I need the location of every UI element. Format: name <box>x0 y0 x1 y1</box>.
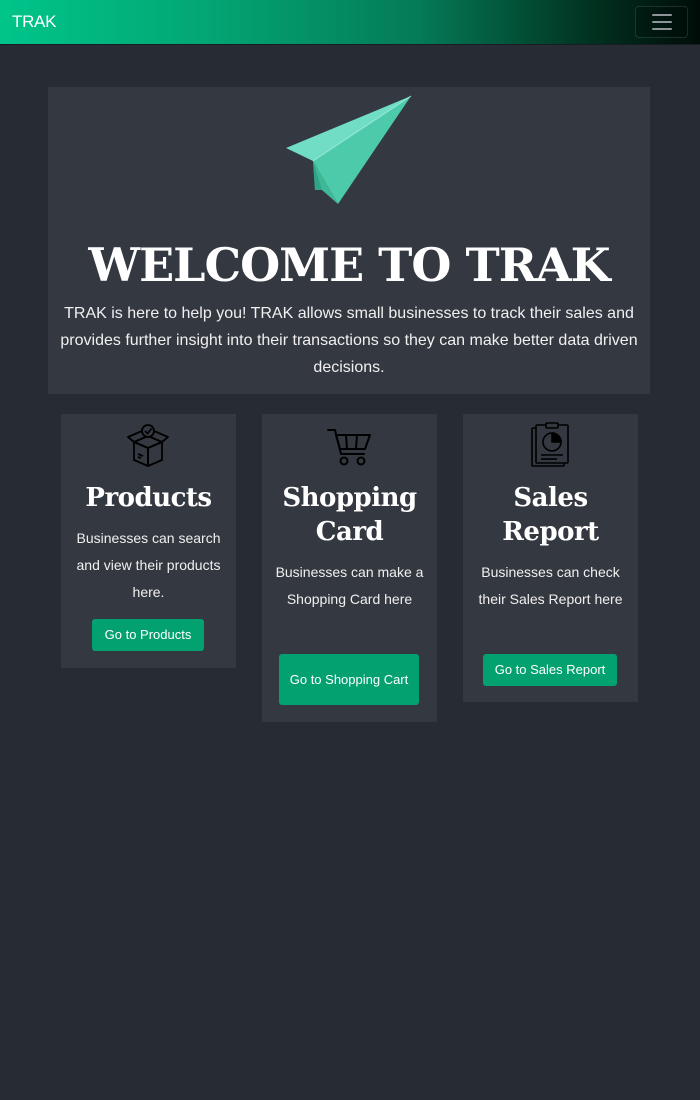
card-title: Sales Report <box>502 483 599 547</box>
hamburger-menu-icon <box>651 14 672 16</box>
go-to-products-button[interactable]: Go to Products <box>92 619 204 651</box>
shopping-cart-icon <box>327 429 371 466</box>
go-to-shopping-cart-button[interactable]: Go to Shopping Cart <box>279 654 419 705</box>
sales-report-card: Sales Report Businesses can check their … <box>463 414 638 702</box>
card-title: Shopping Card <box>282 483 417 547</box>
shopping-card-card: Shopping Card Businesses can make a Shop… <box>262 414 437 722</box>
card-title: Products <box>85 483 212 513</box>
card-description: Businesses can make a Shopping Card here <box>275 564 424 607</box>
go-to-sales-report-button[interactable]: Go to Sales Report <box>483 654 617 686</box>
navbar-toggle-button[interactable] <box>635 6 688 38</box>
navbar: TRAK <box>0 0 700 45</box>
paper-plane-icon <box>286 95 412 204</box>
sales-report-icon <box>531 422 569 467</box>
welcome-description: TRAK is here to help you! TRAK allows sm… <box>60 305 638 376</box>
card-description: Businesses can search and view their pro… <box>76 530 221 600</box>
page-title: WELCOME TO TRAK <box>88 238 610 292</box>
brand-link[interactable]: TRAK <box>12 12 56 32</box>
card-description: Businesses can check their Sales Report … <box>478 564 623 607</box>
box-icon <box>127 424 169 467</box>
products-card: Products Businesses can search and view … <box>61 414 236 668</box>
